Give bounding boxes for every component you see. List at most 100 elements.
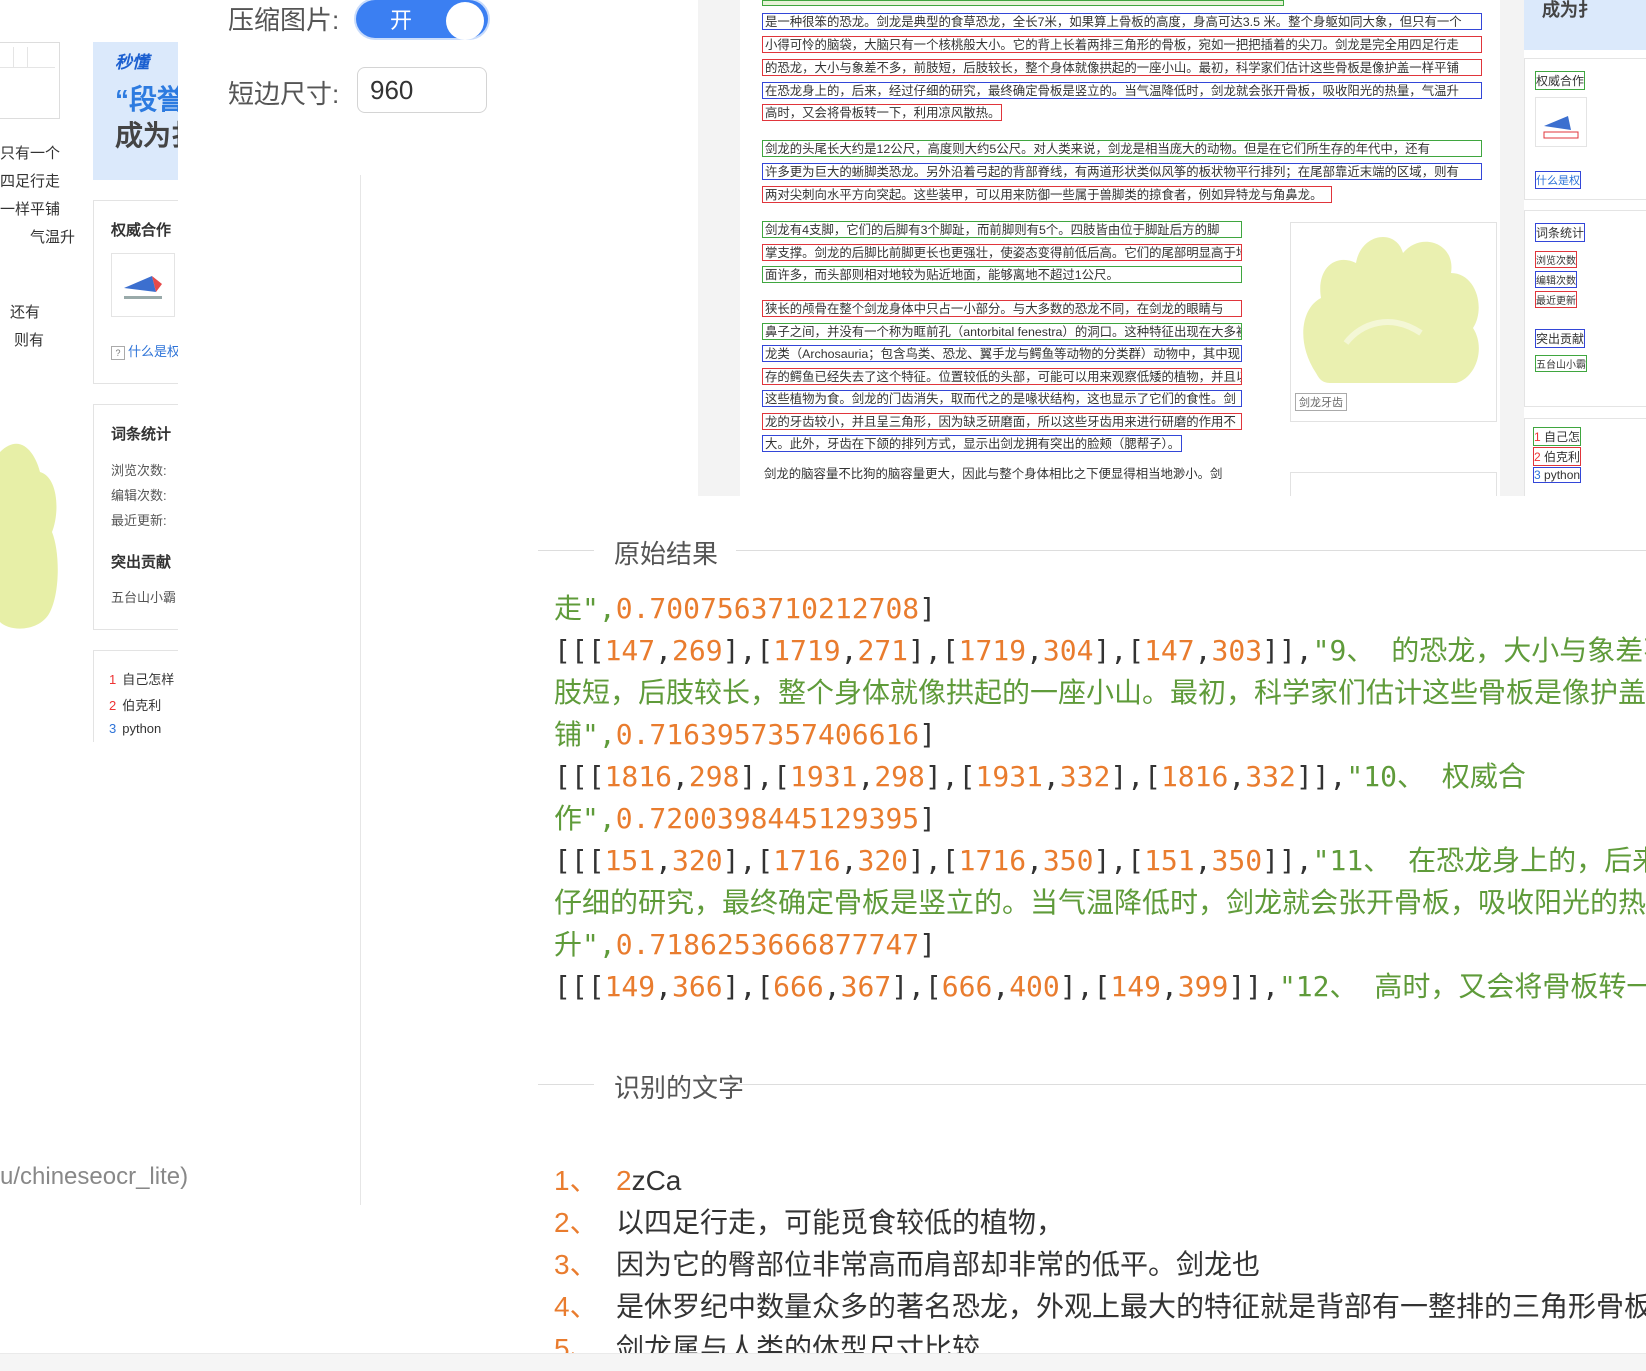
preview-stats-edits: 编辑次数 <box>1535 271 1577 288</box>
preview-stats-title: 词条统计 <box>1535 223 1586 242</box>
ocr-box-line: 许多更为巨大的蜥脚类恐龙。另外沿着弓起的背部脊线，有两道形状类似风筝的板状物平行… <box>762 163 1482 180</box>
vertical-divider <box>360 175 361 1205</box>
banner-line-2: 成为扌 <box>115 120 178 151</box>
preview-contrib-title: 突出贡献 <box>1535 329 1586 348</box>
body-fragment: 只有一个 <box>0 145 61 162</box>
preview-ranking-box: 1 自己怎 2 伯克利 3 python <box>1524 418 1646 496</box>
preview-partner-logo <box>1535 97 1587 147</box>
ocr-box-line: 在恐龙身上的，后来，经过仔细的研究，最终确定骨板是竖立的。当气温降低时，剑龙就会… <box>762 82 1482 99</box>
raw-result-line: [[[1816,298],[1931,298],[1931,332],[1816… <box>554 760 1526 793</box>
compress-label: 压缩图片: <box>228 5 340 35</box>
table-fragment <box>0 42 60 119</box>
ocr-box-line: 这些植物为食。剑龙的门齿消失，取而代之的是喙状结构，这也显示了它们的食性。剑 <box>762 390 1242 407</box>
partner-box: 权威合作 ? 什么是权 <box>93 200 178 384</box>
bottom-bar <box>0 1353 1646 1371</box>
stats-title: 词条统计 <box>111 426 172 443</box>
preview-sidebar: 成为扌 权威合作 什么是权 词条统计 浏览次数 编辑次数 最近更新 突出贡献 五… <box>1524 0 1646 496</box>
ocr-box-line: 面许多，而头部则相对地较为贴近地面，能够离地不超过1公尺。 <box>762 266 1242 283</box>
preview-rank-1: 自己怎 <box>1544 430 1581 444</box>
preview-contrib-name: 五台山小霸 <box>1535 355 1587 372</box>
tooth-caption: 剑龙牙齿 <box>1295 393 1347 411</box>
recognized-text-header: 识别的文字 <box>538 1064 1646 1104</box>
contrib-name[interactable]: 五台山小霸 <box>111 587 176 606</box>
ocr-preview-image: 是一种很笨的恐龙。剑龙是典型的食草恐龙，全长7米，如果算上骨板的高度，身高可达3… <box>698 0 1646 496</box>
preview-partner-title: 权威合作 <box>1535 71 1586 90</box>
ocr-box-line: 鼻子之间，并没有一个称为眶前孔（antorbital fenestra）的洞口。… <box>762 323 1242 340</box>
what-is-partner-link[interactable]: ? 什么是权 <box>111 341 178 360</box>
preview-stats-views: 浏览次数 <box>1535 251 1577 268</box>
body-fragment: 气温升 <box>30 229 76 246</box>
stats-updated: 最近更新: <box>111 513 167 528</box>
short-side-label: 短边尺寸: <box>228 79 340 109</box>
raw-result-line: 升",0.7186253666877747] <box>554 928 937 961</box>
raw-result-line: [[[149,366],[666,367],[666,400],[149,399… <box>554 970 1646 1003</box>
raw-result-line: 肢短，后肢较长，整个身体就像拱起的一座小山。最初，科学家们估计这些骨板是像护盖一 <box>554 676 1646 709</box>
raw-result-line: 铺",0.7163957357406616] <box>554 718 937 751</box>
repo-url[interactable]: u/chineseocr_lite) <box>0 1163 188 1191</box>
tooth-image-fragment <box>0 443 58 629</box>
recognized-line: 3、 因为它的臀部位非常高而肩部却非常的低平。剑龙也 <box>554 1249 1261 1280</box>
contrib-title: 突出贡献 <box>111 554 172 571</box>
raw-results-title: 原始结果 <box>614 539 719 569</box>
ocr-box-line: 的恐龙，大小与象差不多，前肢短，后肢较长，整个身体就像拱起的一座小山。最初，科学… <box>762 59 1482 76</box>
question-icon: ? <box>111 346 125 360</box>
ocr-box-line: 掌支撑。剑龙的后脚比前脚更长也更强壮，使姿态变得前低后高。它们的尾部明显高于地 <box>762 244 1242 261</box>
ocr-box-line: 龙类（Archosauria；包含鸟类、恐龙、翼手龙与鳄鱼等动物的分类群）动物中… <box>762 345 1242 362</box>
stats-views: 浏览次数: <box>111 463 167 478</box>
ocr-box-line: 剑龙的脑容量不比狗的脑容量更大，因此与整个身体相比之下便显得相当地渺小。剑 <box>764 467 1223 481</box>
brand-logo: 秒懂 <box>115 53 149 72</box>
preview-banner-text: 成为扌 <box>1542 0 1596 20</box>
ranking-item[interactable]: 2 伯克利 <box>109 695 161 714</box>
preview-partner-link: 什么是权 <box>1535 171 1581 189</box>
body-fragment: 一样平铺 <box>0 201 61 218</box>
preview-rank-3: python <box>1544 468 1581 482</box>
toggle-knob <box>446 2 484 40</box>
ocr-box-line: 两对尖刺向水平方向突起。这些装甲，可以用来防御一些属于兽脚类的掠食者，例如异特龙… <box>762 186 1332 203</box>
body-fragment: 还有 <box>10 304 41 321</box>
banner-line-1: “段誉 <box>115 84 178 115</box>
cut-line-box <box>762 0 1284 6</box>
ocr-box-line: 高时，又会将骨板转一下，利用凉风散热。 <box>762 104 1002 121</box>
short-side-input[interactable] <box>357 67 487 113</box>
raw-result-line: 仔细的研究，最终确定骨板是竖立的。当气温降低时，剑龙就会张开骨板，吸收阳光的热量 <box>554 886 1646 919</box>
tooth-image <box>1303 236 1479 383</box>
preview-document: 是一种很笨的恐龙。剑龙是典型的食草恐龙，全长7米，如果算上骨板的高度，身高可达3… <box>740 0 1500 496</box>
ocr-box-line: 存的鳄鱼已经失去了这个特征。位置较低的头部，可能可以用来观察低矮的植物，并且以 <box>762 368 1242 385</box>
preview-stats-updated: 最近更新 <box>1535 291 1577 308</box>
raw-results-panel: 走",0.7007563710212708] [[[147,269],[1719,… <box>554 588 1646 1042</box>
preview-stats-box: 词条统计 浏览次数 编辑次数 最近更新 突出贡献 五台山小霸 <box>1524 210 1646 407</box>
preview-banner: 成为扌 <box>1524 0 1646 50</box>
ocr-box-line: 狭长的颅骨在整个剑龙身体中只占一小部分。与大多数的恐龙不同，在剑龙的眼睛与 <box>762 300 1242 317</box>
recognized-line: 4、 是休罗纪中数量众多的著名恐龙，外观上最大的特征就是背部有一整排的三角形骨板 <box>554 1291 1646 1322</box>
raw-result-line: [[[147,269],[1719,271],[1719,304],[147,3… <box>554 634 1646 667</box>
ocr-box-line: 小得可怜的脑袋，大脑只有一个核桃般大小。它的背上长着两排三角形的骨板，宛如一把把… <box>762 36 1482 53</box>
raw-result-line: [[[151,320],[1716,320],[1716,350],[151,3… <box>554 844 1646 877</box>
ocr-box-line: 是一种很笨的恐龙。剑龙是典型的食草恐龙，全长7米，如果算上骨板的高度，身高可达3… <box>762 13 1482 30</box>
compress-toggle[interactable]: 开 <box>356 0 488 40</box>
preview-rank-2: 伯克利 <box>1544 450 1581 464</box>
partner-logo <box>111 253 175 317</box>
toggle-state-label: 开 <box>390 8 413 33</box>
next-image-box <box>1290 472 1497 496</box>
banner-card: 秒懂 “段誉 成为扌 <box>93 42 178 180</box>
recognized-text-list: 1、 2zCa 2、 以四足行走，可能觅食较低的植物， 3、 因为它的臀部位非常高而肩部却… <box>554 1160 1646 1370</box>
tooth-image-box: 剑龙牙齿 <box>1290 222 1497 422</box>
ranking-box: 1 自己怎样 2 伯克利 3 python <box>93 650 178 742</box>
stats-box: 词条统计 浏览次数: 编辑次数: 最近更新: 突出贡献 五台山小霸 <box>93 404 178 630</box>
ocr-box-line: 剑龙的头尾长大约是12公尺，高度则大约5公尺。对人类来说，剑龙是相当庞大的动物。… <box>762 140 1482 157</box>
recognized-text-title: 识别的文字 <box>614 1073 745 1103</box>
raw-result-line: 走",0.7007563710212708] <box>554 592 937 625</box>
partner-title: 权威合作 <box>111 222 172 239</box>
left-page-thumbnail: 秒懂 “段誉 成为扌 只有一个 四足行走 一样平铺 气温升 还有 则有 权威合作… <box>0 42 178 742</box>
stats-edits: 编辑次数: <box>111 488 167 503</box>
recognized-line: 2、 以四足行走，可能觅食较低的植物， <box>554 1207 1065 1238</box>
body-fragment: 四足行走 <box>0 173 61 190</box>
ranking-item[interactable]: 1 自己怎样 <box>109 669 174 688</box>
recognized-line: 1、 2zCa <box>554 1165 682 1196</box>
ranking-item[interactable]: 3 python <box>109 721 161 736</box>
body-fragment: 则有 <box>14 332 45 349</box>
ocr-box-line: 大。此外，牙齿在下颌的排列方式，显示出剑龙拥有突出的脸颊（腮帮子）。 <box>762 435 1182 452</box>
preview-partner-box: 权威合作 什么是权 <box>1524 58 1646 200</box>
ocr-box-line: 剑龙有4支脚，它们的后脚有3个脚趾，而前脚则有5个。四肢皆由位于脚趾后方的脚 <box>762 221 1242 238</box>
raw-result-line: 作",0.7200398445129395] <box>554 802 937 835</box>
